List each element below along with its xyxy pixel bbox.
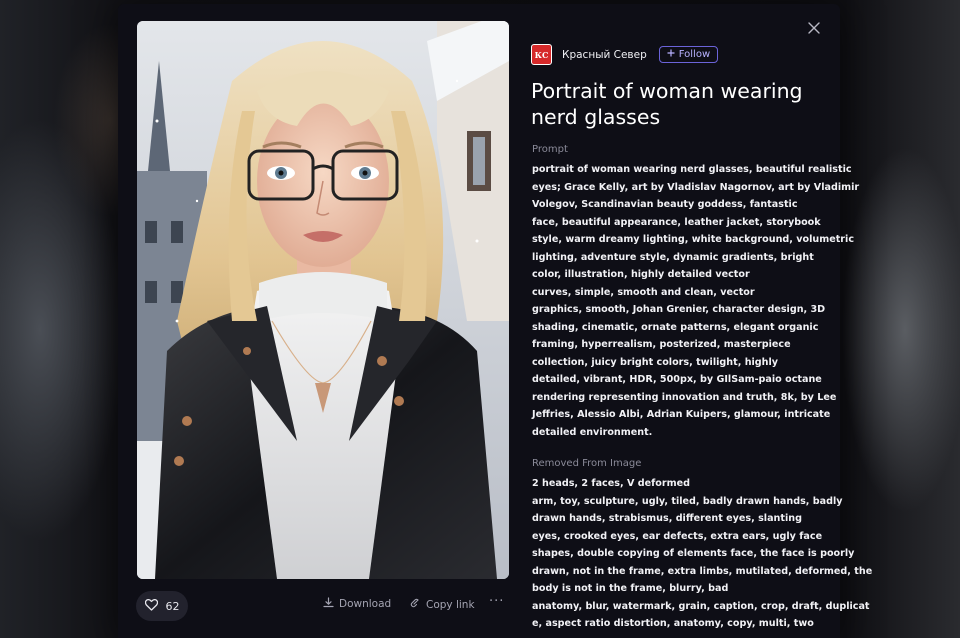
prompt-line: portrait of woman wearing nerd glasses, …	[532, 164, 852, 175]
download-label: Download	[339, 598, 392, 610]
removed-line: body is not in the frame, blurry, bad	[532, 583, 729, 594]
prompt-line: style, warm dreamy lighting, white backg…	[532, 234, 855, 245]
plus-icon	[667, 49, 675, 60]
copy-link-button[interactable]: Copy link	[409, 597, 475, 612]
removed-line: drawn hands, strabismus, different eyes,…	[532, 513, 802, 524]
author-name[interactable]: Красный Север	[562, 49, 647, 61]
prompt-text: portrait of woman wearing nerd glasses, …	[532, 161, 860, 441]
removed-line: arm, toy, sculpture, ugly, tiled, badly …	[532, 495, 843, 507]
prompt-line: eyes; Grace Kelly, art by Vladislav Nago…	[532, 181, 860, 193]
follow-label: Follow	[678, 49, 711, 60]
heart-icon	[144, 598, 158, 614]
prompt-line: face, beautiful appearance, leather jack…	[532, 216, 821, 228]
removed-label: Removed From Image	[532, 458, 642, 469]
removed-line: shapes, double copying of elements face,…	[532, 548, 855, 559]
page-title: Portrait of woman wearing nerd glasses	[531, 79, 803, 129]
link-icon	[409, 597, 421, 612]
author-row: КС Красный Север Follow	[531, 44, 719, 65]
removed-line: eyes, crooked eyes, ear defects, extra e…	[532, 530, 823, 542]
prompt-line: shading, cinematic, ornate patterns, ele…	[532, 321, 819, 333]
removed-line: drawn, not in the frame, extra limbs, mu…	[532, 565, 873, 577]
more-options-button[interactable]: ···	[489, 594, 504, 609]
prompt-line: rendering representing innovation and tr…	[532, 391, 837, 403]
follow-button[interactable]: Follow	[658, 46, 719, 63]
prompt-line: detailed environment.	[532, 426, 653, 438]
negative-prompt-text: 2 heads, 2 faces, V deformed arm, toy, sc…	[532, 475, 873, 633]
removed-line: 2 heads, 2 faces, V deformed	[532, 478, 690, 489]
likes-count: 62	[165, 599, 180, 613]
copy-link-label: Copy link	[426, 598, 475, 611]
generated-image[interactable]	[137, 21, 509, 579]
image-detail-modal: 62 Download Copy link ··· КС Красный Сев…	[118, 4, 873, 638]
prompt-line: color, illustration, highly detailed vec…	[532, 269, 750, 280]
avatar[interactable]: КС	[531, 44, 552, 65]
close-icon[interactable]	[804, 18, 824, 38]
prompt-line: curves, simple, smooth and clean, vector	[532, 286, 755, 298]
prompt-line: detailed, vibrant, HDR, 500px, by GIlSam…	[532, 374, 822, 385]
prompt-line: lighting, adventure style, dynamic gradi…	[532, 251, 814, 263]
download-icon	[323, 597, 334, 611]
prompt-line: Volegov, Scandinavian beauty goddess, fa…	[532, 199, 798, 210]
prompt-line: collection, juicy bright colors, twiligh…	[532, 356, 779, 368]
prompt-label: Prompt	[532, 144, 568, 155]
removed-line: anatomy, blur, watermark, grain, caption…	[532, 600, 870, 612]
prompt-line: graphics, smooth, Johan Grenier, charact…	[532, 304, 826, 315]
like-button[interactable]: 62	[136, 591, 188, 621]
prompt-line: framing, hyperrealism, posterized, maste…	[532, 339, 791, 350]
download-button[interactable]: Download	[323, 597, 391, 611]
removed-line: e, aspect ratio distortion, anatomy, cop…	[532, 618, 814, 629]
prompt-line: Jeffries, Alessio Albi, Adrian Kuipers, …	[532, 409, 831, 420]
